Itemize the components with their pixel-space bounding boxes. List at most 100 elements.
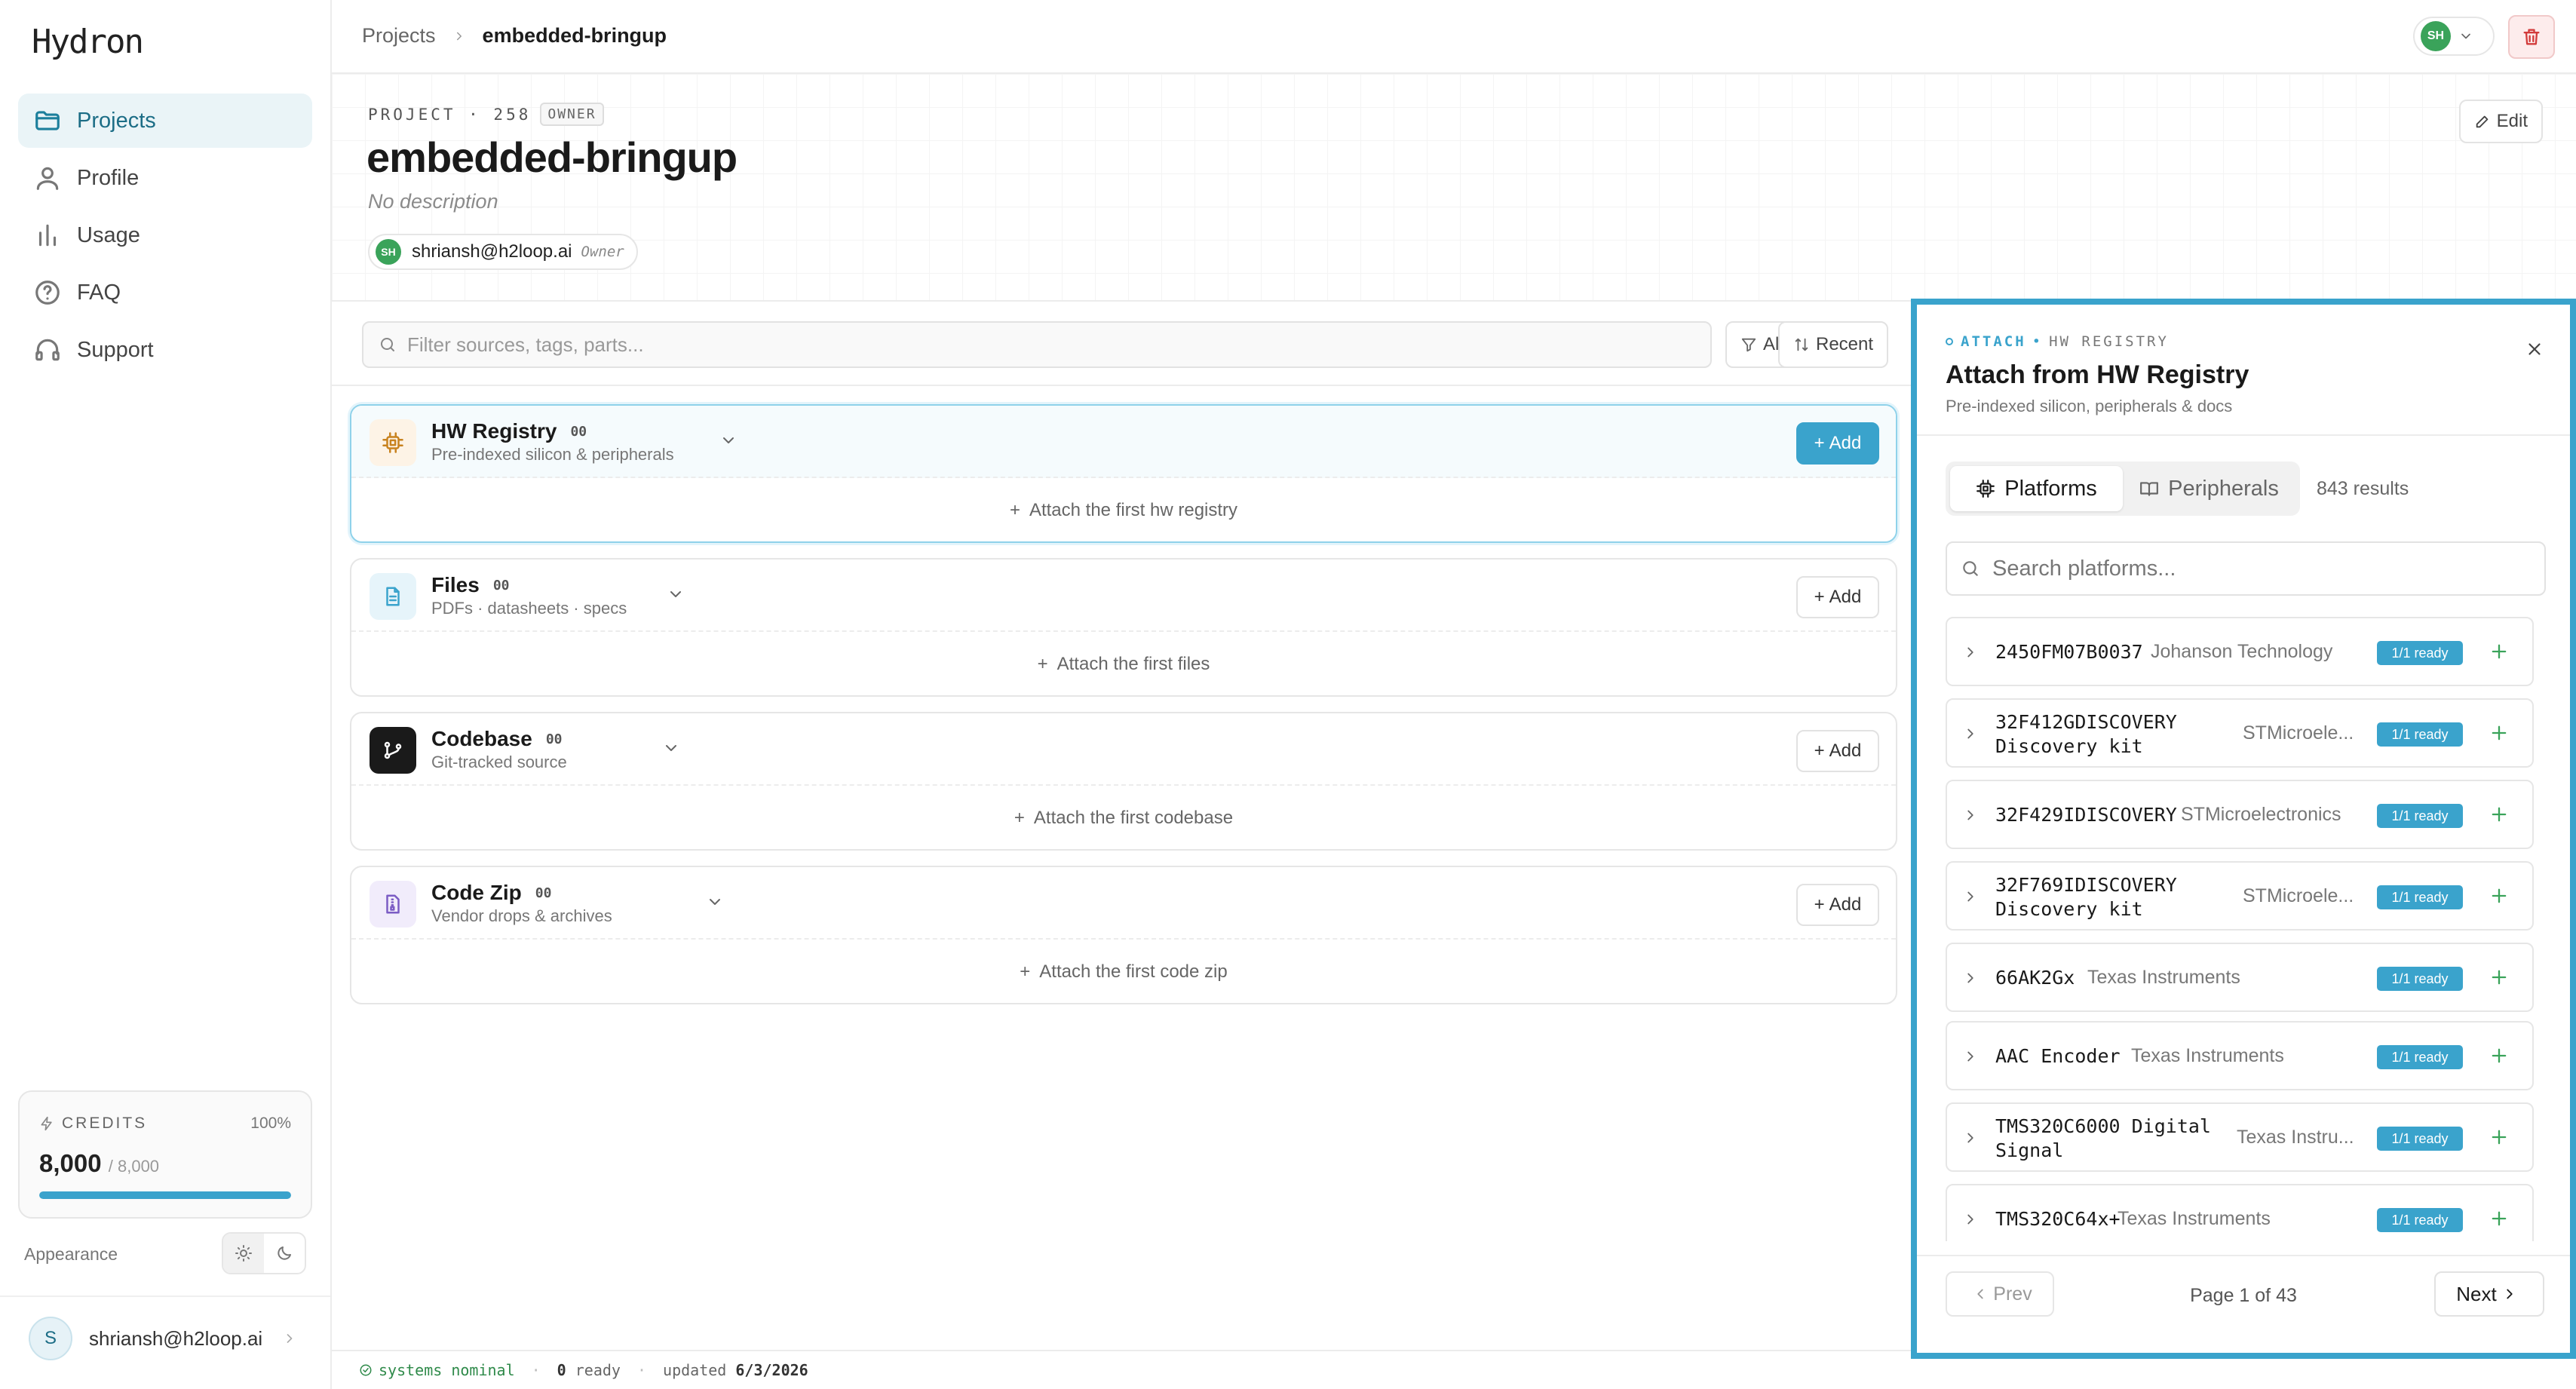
add-code-zip-button[interactable]: + Add	[1796, 884, 1879, 926]
source-count: 00	[545, 731, 563, 747]
source-name: Codebase	[431, 727, 532, 750]
chevron-right-icon[interactable]	[1962, 888, 1979, 905]
chevron-down-icon[interactable]	[706, 893, 724, 911]
panel-title: Attach from HW Registry	[1946, 360, 2249, 389]
edit-label: Edit	[2496, 111, 2528, 131]
chevron-right-icon	[282, 1331, 297, 1346]
chevron-right-icon[interactable]	[1962, 1211, 1979, 1228]
app-logo[interactable]: Hydron	[32, 23, 144, 61]
list-item[interactable]: TMS320C64x+ Texas Instruments 1/1 ready	[1946, 1184, 2534, 1241]
add-codebase-button[interactable]: + Add	[1796, 730, 1879, 772]
status-dot	[1946, 338, 1953, 345]
list-item[interactable]: AAC Encoder Texas Instruments 1/1 ready	[1946, 1021, 2534, 1090]
credits-card: CREDITS 100% 8,000 / 8,000	[18, 1090, 312, 1219]
attach-label: Attach the first files	[1056, 654, 1210, 674]
check-circle-icon	[359, 1363, 373, 1377]
plus-icon[interactable]	[2489, 1127, 2510, 1148]
plus-icon[interactable]	[2489, 885, 2510, 906]
light-theme-button[interactable]	[223, 1234, 264, 1273]
vendor-name: STMicroele...	[2243, 722, 2354, 744]
part-number: TMS320C64x+	[1995, 1208, 2121, 1230]
edit-button[interactable]: Edit	[2458, 100, 2543, 143]
vendor-name: Johanson Technology	[2151, 641, 2333, 662]
sidebar-item-usage[interactable]: Usage	[18, 208, 312, 262]
user-menu[interactable]: S shriansh@h2loop.ai	[0, 1295, 330, 1380]
plus-icon[interactable]	[2489, 1208, 2510, 1229]
attach-first-code-zip[interactable]: + Attach the first code zip	[351, 940, 1896, 1004]
theme-toggle	[222, 1232, 306, 1274]
breadcrumb-current: embedded-bringup	[482, 24, 667, 47]
delete-project-button[interactable]	[2508, 15, 2555, 59]
list-item[interactable]: 32F769IDISCOVERY Discovery kit STMicroel…	[1946, 861, 2534, 931]
sidebar-item-faq[interactable]: FAQ	[18, 265, 312, 320]
plus-icon: +	[1814, 433, 1825, 453]
filter-bar: Filter sources, tags, parts... All Recen…	[332, 302, 1911, 386]
list-item[interactable]: 32F429IDISCOVERY STMicroelectronics 1/1 …	[1946, 780, 2534, 849]
add-label: Add	[1829, 740, 1862, 761]
sidebar-item-profile[interactable]: Profile	[18, 151, 312, 205]
sidebar-item-label: Profile	[77, 165, 140, 190]
attach-label: Attach the first code zip	[1039, 961, 1228, 982]
chevron-down-icon[interactable]	[662, 739, 680, 757]
sidebar-item-label: FAQ	[77, 280, 121, 305]
status-badge: 1/1 ready	[2377, 804, 2463, 828]
chevron-right-icon[interactable]	[1962, 725, 1979, 742]
dark-theme-button[interactable]	[264, 1234, 305, 1273]
chevron-down-icon[interactable]	[719, 431, 738, 449]
close-panel-button[interactable]	[2525, 339, 2544, 359]
part-number: 66AK2Gx	[1995, 967, 2075, 989]
plus-icon[interactable]	[2489, 641, 2510, 662]
chevron-down-icon[interactable]	[667, 585, 685, 603]
add-label: Add	[1829, 433, 1862, 453]
member-chip[interactable]: SH shriansh@h2loop.ai Owner	[368, 234, 638, 270]
list-item[interactable]: TMS320C6000 Digital Signal Texas Instru.…	[1946, 1102, 2534, 1172]
list-item[interactable]: 32F412GDISCOVERY Discovery kit STMicroel…	[1946, 698, 2534, 768]
add-label: Add	[1829, 894, 1862, 915]
plus-icon: +	[1814, 740, 1825, 761]
tab-platforms[interactable]: Platforms	[1950, 466, 2123, 511]
filter-placeholder: Filter sources, tags, parts...	[407, 333, 644, 356]
tab-peripherals[interactable]: Peripherals	[2123, 466, 2295, 511]
plus-icon[interactable]	[2489, 722, 2510, 744]
sort-recent-button[interactable]: Recent	[1778, 321, 1889, 368]
plus-icon[interactable]	[2489, 804, 2510, 825]
platform-search-input[interactable]: Search platforms...	[1946, 541, 2546, 596]
chevron-right-icon[interactable]	[1962, 807, 1979, 823]
status-bar: systems nominal · 0 ready · updated 6/3/…	[332, 1350, 1911, 1389]
chevron-right-icon[interactable]	[1962, 1130, 1979, 1146]
source-card-header[interactable]: Codebase 00 Git-tracked source + Add	[351, 713, 1896, 786]
part-number: 32F412GDISCOVERY Discovery kit	[1995, 711, 2177, 757]
panel-kicker-registry: HW REGISTRY	[2049, 333, 2169, 350]
source-name-wrap: Codebase 00	[431, 727, 563, 751]
plus-icon[interactable]	[2489, 1045, 2510, 1066]
source-card-header[interactable]: HW Registry 00 Pre-indexed silicon & peri…	[351, 406, 1896, 478]
vendor-name: Texas Instruments	[2118, 1208, 2271, 1229]
attach-first-files[interactable]: + Attach the first files	[351, 632, 1896, 697]
list-item[interactable]: 2450FM07B0037 Johanson Technology 1/1 re…	[1946, 617, 2534, 686]
user-email: shriansh@h2loop.ai	[89, 1326, 263, 1350]
attach-first-codebase[interactable]: + Attach the first codebase	[351, 786, 1896, 851]
list-item[interactable]: 66AK2Gx Texas Instruments 1/1 ready	[1946, 943, 2534, 1012]
member-email: shriansh@h2loop.ai	[412, 241, 572, 262]
part-number: 32F429IDISCOVERY	[1995, 804, 2177, 826]
source-card-header[interactable]: Files 00 PDFs · datasheets · specs + Add	[351, 560, 1896, 632]
next-page-button[interactable]: Next	[2434, 1271, 2544, 1317]
add-hw-registry-button[interactable]: + Add	[1796, 422, 1879, 465]
source-card-files: Files 00 PDFs · datasheets · specs + Add +…	[350, 558, 1897, 697]
panel-kicker: ATTACH • HW REGISTRY	[1946, 333, 2169, 350]
add-files-button[interactable]: + Add	[1796, 576, 1879, 618]
account-menu[interactable]: SH	[2413, 17, 2495, 56]
source-card-header[interactable]: Code Zip 00 Vendor drops & archives + Add	[351, 867, 1896, 940]
vendor-name: Texas Instruments	[2131, 1045, 2284, 1066]
filter-input[interactable]: Filter sources, tags, parts...	[362, 321, 1712, 368]
chevron-right-icon[interactable]	[1962, 644, 1979, 661]
sidebar-item-support[interactable]: Support	[18, 323, 312, 377]
sidebar-item-projects[interactable]: Projects	[18, 94, 312, 148]
breadcrumb-projects[interactable]: Projects	[362, 24, 436, 48]
plus-icon: +	[1814, 587, 1825, 607]
chevron-right-icon[interactable]	[1962, 1048, 1979, 1065]
attach-first-hw-registry[interactable]: + Attach the first hw registry	[351, 478, 1896, 543]
status-badge: 1/1 ready	[2377, 1045, 2463, 1069]
chevron-right-icon[interactable]	[1962, 970, 1979, 986]
plus-icon[interactable]	[2489, 967, 2510, 988]
